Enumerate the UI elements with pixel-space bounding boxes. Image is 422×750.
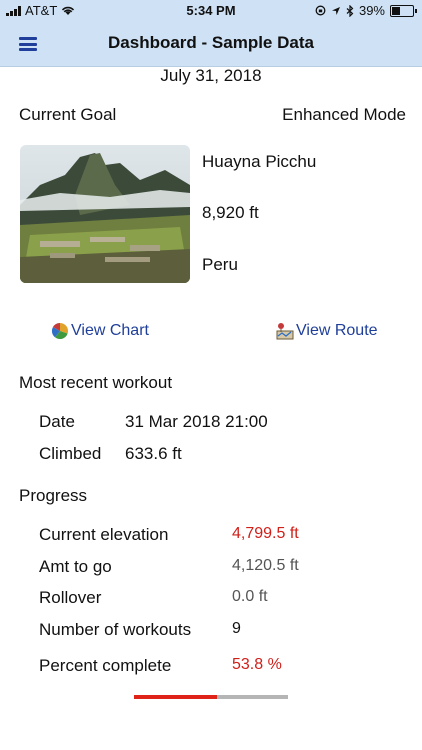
view-route-link[interactable]: View Route	[276, 322, 378, 340]
page-title: Dashboard - Sample Data	[108, 33, 314, 52]
current-elevation-label: Current elevation	[39, 525, 169, 544]
battery-percent: 39%	[358, 3, 385, 18]
route-map-icon	[276, 323, 294, 340]
battery-icon	[390, 4, 417, 17]
goal-country: Peru	[202, 255, 238, 274]
location-icon	[331, 6, 340, 15]
rollover-value: 0.0 ft	[232, 588, 268, 605]
view-chart-label: View Chart	[71, 322, 149, 339]
view-route-label: View Route	[296, 322, 378, 339]
amt-to-go-label: Amt to go	[39, 557, 112, 576]
progress-bar-fill	[134, 695, 217, 699]
workout-date-label: Date	[39, 412, 75, 431]
rotation-lock-icon	[315, 5, 326, 16]
goal-name: Huayna Picchu	[202, 152, 317, 171]
workouts-count-label: Number of workouts	[39, 620, 192, 639]
current-date: July 31, 2018	[160, 66, 262, 85]
nav-bar: Dashboard - Sample Data	[0, 22, 422, 67]
status-right: 39%	[315, 3, 417, 18]
goal-elevation: 8,920 ft	[202, 203, 259, 222]
goal-mountain-image	[20, 145, 190, 283]
bluetooth-icon	[346, 4, 354, 17]
progress-title: Progress	[19, 486, 88, 505]
recent-workout-title: Most recent workout	[19, 373, 173, 392]
workout-climbed-label: Climbed	[39, 444, 102, 463]
status-bar: AT&T 5:34 PM 39%	[0, 0, 422, 22]
progress-bar	[134, 695, 288, 699]
current-goal-label: Current Goal	[19, 105, 117, 124]
pie-chart-icon	[51, 322, 69, 340]
percent-complete-label: Percent complete	[39, 656, 172, 675]
workouts-count-value: 9	[232, 620, 241, 637]
workout-climbed-value: 633.6 ft	[125, 444, 182, 463]
current-elevation-value: 4,799.5 ft	[232, 525, 299, 542]
percent-complete-value: 53.8 %	[232, 656, 282, 673]
view-chart-link[interactable]: View Chart	[51, 322, 149, 340]
rollover-label: Rollover	[39, 588, 102, 607]
amt-to-go-value: 4,120.5 ft	[232, 557, 299, 574]
workout-date-value: 31 Mar 2018 21:00	[125, 412, 268, 431]
enhanced-mode-label[interactable]: Enhanced Mode	[282, 105, 406, 125]
